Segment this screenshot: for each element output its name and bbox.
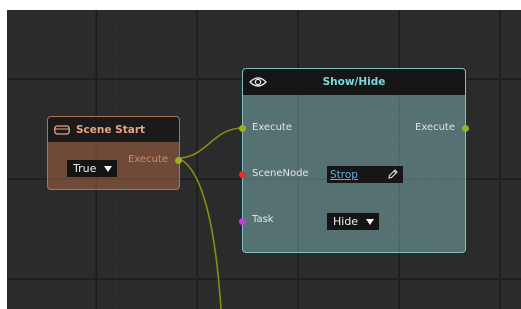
scene-node-field[interactable]: Strop xyxy=(327,166,403,183)
scene-start-dropdown-value: True xyxy=(73,162,97,175)
scene-start-node[interactable]: Scene Start True Execute xyxy=(47,116,182,190)
scene-start-dropdown[interactable]: True xyxy=(67,160,117,177)
vr-headset-icon xyxy=(54,124,70,135)
task-dropdown-value: Hide xyxy=(333,215,359,228)
scene-start-execute-pin[interactable] xyxy=(175,157,182,164)
scene-start-header[interactable]: Scene Start xyxy=(48,117,179,142)
scene-node-label: SceneNode xyxy=(252,168,309,179)
task-input-pin[interactable] xyxy=(239,218,246,225)
wire-execute-link xyxy=(177,127,244,159)
execute-output-pin[interactable] xyxy=(462,125,469,132)
node-graph-canvas[interactable]: Scene Start True Execute Show/Hide Execu… xyxy=(7,10,521,309)
pencil-icon[interactable] xyxy=(387,168,399,180)
eye-icon xyxy=(249,77,267,87)
chevron-down-icon xyxy=(104,165,112,172)
execute-input-pin[interactable] xyxy=(239,125,246,132)
task-dropdown[interactable]: Hide xyxy=(327,213,379,230)
task-label: Task xyxy=(252,214,274,225)
scene-node-input-pin[interactable] xyxy=(239,171,246,178)
show-hide-title: Show/Hide xyxy=(322,76,386,88)
scene-start-execute-label: Execute xyxy=(128,154,168,165)
wire-execute-down xyxy=(177,157,222,309)
show-hide-header[interactable]: Show/Hide xyxy=(243,69,465,95)
scene-start-title: Scene Start xyxy=(76,123,146,136)
scene-node-link[interactable]: Strop xyxy=(330,169,358,181)
execute-input-label: Execute xyxy=(252,122,292,133)
chevron-down-icon xyxy=(366,218,374,225)
execute-output-label: Execute xyxy=(415,122,455,133)
show-hide-node[interactable]: Show/Hide Execute Execute SceneNode Stro… xyxy=(239,68,469,253)
